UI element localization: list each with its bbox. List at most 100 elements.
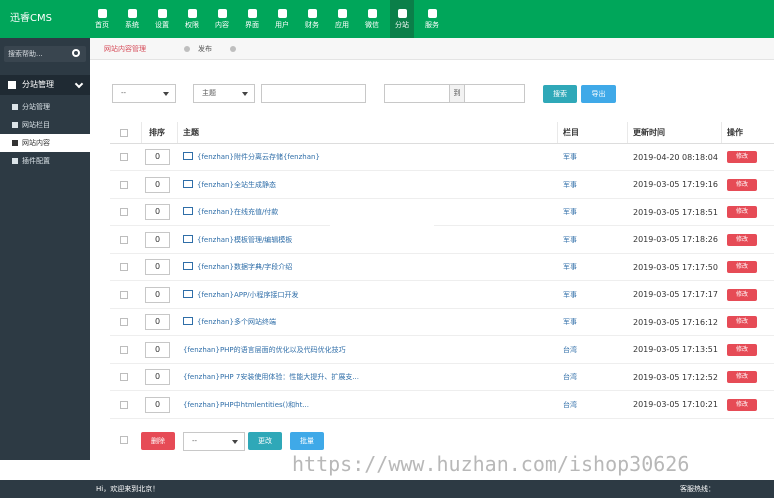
content-title-link[interactable]: {fenzhan}APP/小程序接口开发: [183, 290, 299, 300]
category-link[interactable]: 军事: [563, 180, 577, 190]
search-button[interactable]: 搜索: [543, 85, 577, 103]
filter-select-1[interactable]: --: [112, 84, 176, 103]
order-cell[interactable]: 0: [145, 199, 175, 225]
nav-permissions[interactable]: 权限: [180, 0, 204, 38]
content-title-link[interactable]: {fenzhan}全站生成静态: [183, 180, 276, 190]
table-row[interactable]: 0 {fenzhan}模板管理/编辑模板 军事 2019-03-05 17:18:26…: [110, 227, 774, 254]
bulk-select-checkbox[interactable]: [120, 436, 128, 444]
category-link[interactable]: 军事: [563, 262, 577, 272]
order-input[interactable]: 0: [145, 286, 170, 303]
row-checkbox[interactable]: [120, 290, 128, 299]
row-checkbox-cell[interactable]: [120, 364, 140, 390]
tab-site-content-management[interactable]: 网站内容管理: [104, 43, 146, 55]
action-cell[interactable]: 修改: [727, 172, 767, 198]
order-input[interactable]: 0: [145, 176, 170, 193]
select-all-checkbox[interactable]: [120, 128, 128, 137]
order-input[interactable]: 0: [145, 396, 170, 413]
action-cell[interactable]: 修改: [727, 282, 767, 308]
batch-button[interactable]: 批量: [290, 432, 324, 450]
order-cell[interactable]: 0: [145, 309, 175, 335]
row-checkbox[interactable]: [120, 400, 128, 409]
content-title-link[interactable]: {fenzhan}附件分离云存储{fenzhan}: [183, 152, 320, 162]
title-cell[interactable]: {fenzhan}附件分离云存储{fenzhan}: [183, 144, 553, 170]
order-input[interactable]: 0: [145, 369, 170, 385]
content-title-link[interactable]: {fenzhan}PHP 7安装使用体验：性能大提升、扩展支...: [183, 372, 359, 382]
title-cell[interactable]: {fenzhan}PHP 7安装使用体验：性能大提升、扩展支...: [183, 364, 553, 390]
action-cell[interactable]: 修改: [727, 392, 767, 418]
filter-field-select[interactable]: 主题: [193, 84, 255, 103]
row-checkbox-cell[interactable]: [120, 227, 140, 253]
action-cell[interactable]: 修改: [727, 254, 767, 280]
row-checkbox-cell[interactable]: [120, 282, 140, 308]
nav-finance[interactable]: 财务: [300, 0, 324, 38]
nav-content[interactable]: 内容: [210, 0, 234, 38]
nav-wechat[interactable]: 微信: [360, 0, 384, 38]
action-cell[interactable]: 修改: [727, 227, 767, 253]
row-checkbox[interactable]: [120, 345, 128, 354]
table-row[interactable]: 0 {fenzhan}多个网站终端 军事 2019-03-05 17:16:12 修改: [110, 309, 774, 336]
category-link[interactable]: 台湾: [563, 372, 577, 382]
category-cell[interactable]: 军事: [563, 199, 613, 225]
nav-users[interactable]: 用户: [270, 0, 294, 38]
edit-button[interactable]: 修改: [727, 178, 757, 191]
action-cell[interactable]: 修改: [727, 144, 767, 170]
title-cell[interactable]: {fenzhan}PHP的语言层面的优化以及代码优化技巧: [183, 337, 553, 363]
table-row[interactable]: 0 {fenzhan}数据字典/字段介绍 军事 2019-03-05 17:17:50…: [110, 254, 774, 281]
action-cell[interactable]: 修改: [727, 364, 767, 390]
action-cell[interactable]: 修改: [727, 337, 767, 363]
title-cell[interactable]: {fenzhan}PHP中htmlentities()和ht...: [183, 392, 553, 418]
title-cell[interactable]: {fenzhan}数据字典/字段介绍: [183, 254, 553, 280]
row-checkbox-cell[interactable]: [120, 144, 140, 170]
bulk-select[interactable]: --: [183, 432, 245, 451]
search-icon[interactable]: [72, 49, 80, 57]
nav-substation[interactable]: 分站: [390, 0, 414, 38]
content-title-link[interactable]: {fenzhan}数据字典/字段介绍: [183, 262, 292, 272]
row-checkbox[interactable]: [120, 318, 128, 326]
table-row[interactable]: 0 {fenzhan}附件分离云存储{fenzhan} 军事 2019-04-20 0…: [110, 144, 774, 171]
order-cell[interactable]: 0: [145, 227, 175, 253]
sidebar-item-substation-management[interactable]: 分站管理: [0, 98, 90, 116]
order-input[interactable]: 0: [145, 231, 170, 248]
edit-button[interactable]: 修改: [727, 151, 757, 163]
content-title-link[interactable]: {fenzhan}在线充值/付款: [183, 207, 278, 217]
edit-button[interactable]: 修改: [727, 233, 757, 246]
sidebar-item-plugin-config[interactable]: 插件配置: [0, 152, 90, 170]
category-link[interactable]: 军事: [563, 207, 577, 217]
header-updated-time[interactable]: 更新时间: [633, 122, 713, 143]
category-cell[interactable]: 台湾: [563, 337, 613, 363]
app-logo[interactable]: 迅睿CMS: [0, 0, 90, 38]
category-cell[interactable]: 军事: [563, 172, 613, 198]
order-input[interactable]: 0: [145, 314, 170, 330]
action-cell[interactable]: 修改: [727, 309, 767, 335]
row-checkbox[interactable]: [120, 373, 128, 381]
edit-button[interactable]: 修改: [727, 261, 757, 273]
row-checkbox[interactable]: [120, 235, 128, 244]
change-button[interactable]: 更改: [248, 432, 282, 450]
content-title-link[interactable]: {fenzhan}PHP中htmlentities()和ht...: [183, 400, 309, 410]
header-checkbox[interactable]: [120, 122, 140, 143]
export-button[interactable]: 导出: [581, 85, 616, 103]
nav-service[interactable]: 服务: [420, 0, 444, 38]
row-checkbox[interactable]: [120, 153, 128, 161]
order-cell[interactable]: 0: [145, 364, 175, 390]
keyword-input[interactable]: [261, 84, 366, 103]
sidebar-item-site-columns[interactable]: 网站栏目: [0, 116, 90, 134]
table-row[interactable]: 0 {fenzhan}在线充值/付款 军事 2019-03-05 17:18:51 修改: [110, 199, 774, 226]
table-row[interactable]: 0 {fenzhan}PHP 7安装使用体验：性能大提升、扩展支... 台湾 2019…: [110, 364, 774, 391]
order-cell[interactable]: 0: [145, 337, 175, 363]
order-cell[interactable]: 0: [145, 172, 175, 198]
table-row[interactable]: 0 {fenzhan}PHP中htmlentities()和ht... 台湾 2019…: [110, 392, 774, 419]
nav-interface[interactable]: 界面: [240, 0, 264, 38]
edit-button[interactable]: 修改: [727, 398, 757, 411]
order-input[interactable]: 0: [145, 341, 170, 358]
category-link[interactable]: 台湾: [563, 345, 577, 355]
category-cell[interactable]: 军事: [563, 144, 613, 170]
title-cell[interactable]: {fenzhan}多个网站终端: [183, 309, 553, 335]
category-link[interactable]: 台湾: [563, 400, 577, 410]
category-cell[interactable]: 台湾: [563, 392, 613, 418]
time-start-input[interactable]: [384, 84, 450, 103]
nav-settings[interactable]: 设置: [150, 0, 174, 38]
nav-apps[interactable]: 应用: [330, 0, 354, 38]
edit-button[interactable]: 修改: [727, 316, 757, 328]
table-row[interactable]: 0 {fenzhan}全站生成静态 军事 2019-03-05 17:19:16 修改: [110, 172, 774, 199]
